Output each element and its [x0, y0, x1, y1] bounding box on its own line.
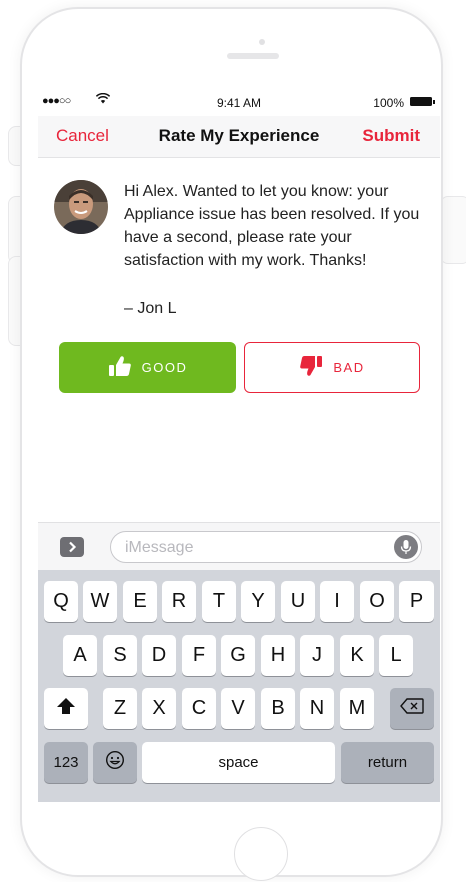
key-v[interactable]: V: [221, 688, 255, 729]
key-m[interactable]: M: [340, 688, 374, 729]
key-z[interactable]: Z: [103, 688, 137, 729]
key-e[interactable]: E: [123, 581, 157, 622]
earpiece-speaker: [227, 53, 279, 59]
shift-key[interactable]: [44, 688, 88, 729]
message-composer: [38, 522, 440, 570]
good-rating-button[interactable]: GOOD: [59, 342, 236, 393]
avatar: [54, 180, 108, 234]
bad-label: BAD: [333, 360, 365, 375]
key-c[interactable]: C: [182, 688, 216, 729]
microphone-icon[interactable]: [394, 535, 418, 559]
background-card: [440, 196, 466, 264]
key-q[interactable]: Q: [44, 581, 78, 622]
status-bar: ●●●○○ 9:41 AM 100%: [38, 88, 440, 118]
key-a[interactable]: A: [63, 635, 97, 676]
key-b[interactable]: B: [261, 688, 295, 729]
key-r[interactable]: R: [162, 581, 196, 622]
key-y[interactable]: Y: [241, 581, 275, 622]
key-g[interactable]: G: [221, 635, 255, 676]
space-key[interactable]: space: [142, 742, 335, 783]
phone-screen: ●●●○○ 9:41 AM 100% Cancel Rate My Experi…: [38, 88, 440, 802]
key-x[interactable]: X: [142, 688, 176, 729]
chevron-right-icon[interactable]: [60, 537, 84, 557]
message-signature: – Jon L: [124, 300, 177, 317]
backspace-icon: [400, 697, 424, 720]
battery-icon: [410, 97, 435, 106]
key-w[interactable]: W: [83, 581, 117, 622]
key-t[interactable]: T: [202, 581, 236, 622]
key-d[interactable]: D: [142, 635, 176, 676]
return-key[interactable]: return: [341, 742, 434, 783]
key-n[interactable]: N: [300, 688, 334, 729]
emoji-key[interactable]: [93, 742, 137, 783]
shift-arrow-icon: [56, 697, 76, 721]
message-body: Hi Alex. Wanted to let you know: your Ap…: [124, 183, 420, 269]
imessage-input[interactable]: [125, 538, 375, 558]
key-l[interactable]: L: [379, 635, 413, 676]
navigation-bar: Cancel Rate My Experience Submit: [38, 116, 440, 158]
good-label: GOOD: [141, 360, 188, 375]
key-p[interactable]: P: [399, 581, 434, 622]
submit-button[interactable]: Submit: [362, 126, 420, 146]
key-h[interactable]: H: [261, 635, 295, 676]
bad-rating-button[interactable]: BAD: [244, 342, 420, 393]
key-o[interactable]: O: [360, 581, 394, 622]
numbers-key[interactable]: 123: [44, 742, 88, 783]
key-u[interactable]: U: [281, 581, 315, 622]
thumbs-up-icon: [108, 355, 142, 380]
key-j[interactable]: J: [300, 635, 334, 676]
imessage-field[interactable]: [110, 531, 422, 563]
keyboard: Q W E R T Y U I O P A S D F G H J K L Z …: [38, 570, 440, 802]
home-button[interactable]: [234, 827, 288, 881]
emoji-icon: [105, 750, 125, 776]
key-s[interactable]: S: [103, 635, 137, 676]
delete-key[interactable]: [390, 688, 434, 729]
key-f[interactable]: F: [182, 635, 216, 676]
key-k[interactable]: K: [340, 635, 374, 676]
battery-percentage: 100%: [373, 96, 404, 110]
key-i[interactable]: I: [320, 581, 354, 622]
front-camera: [259, 39, 265, 45]
thumbs-down-icon: [299, 355, 333, 380]
